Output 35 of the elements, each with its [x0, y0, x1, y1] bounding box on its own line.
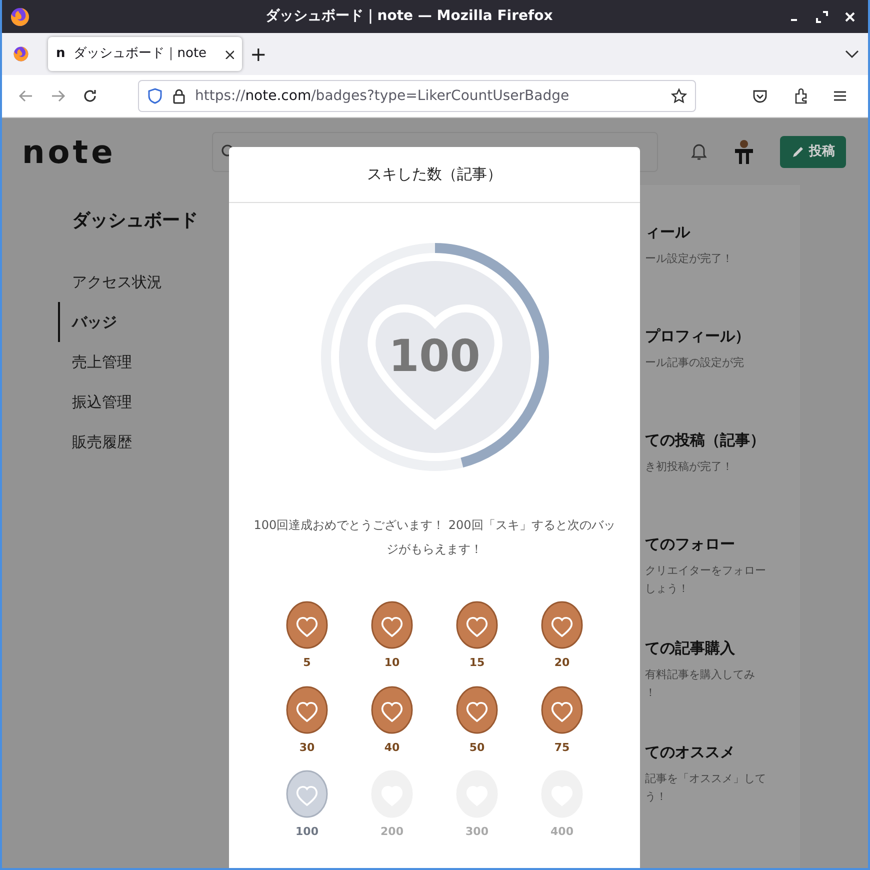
badge-message: 100回達成おめでとうございます！ 200回「スキ」すると次のバッジがもらえます！ — [252, 517, 616, 558]
tab-favicon: n — [56, 45, 66, 64]
badge-description: う！ — [645, 788, 667, 804]
badge-title: ての投稿（記事） — [645, 430, 765, 451]
badge-title: てのオススメ — [645, 742, 735, 763]
badge-description: ！ — [645, 684, 656, 700]
badge-label: 15 — [469, 655, 485, 671]
badge-title: プロフィール） — [645, 326, 750, 347]
sidebar-title: ダッシュボード — [72, 209, 199, 233]
badge-label: 200 — [380, 824, 404, 840]
badge-label: 400 — [550, 824, 574, 840]
badge-label: 100 — [296, 824, 318, 840]
badge-label: 30 — [299, 740, 315, 756]
badge-description: 有料記事を購入してみ — [645, 666, 755, 682]
badge-description: ール記事の設定が完 — [645, 354, 744, 370]
badge-description: クリエイターをフォロー — [645, 562, 766, 578]
badge-label: 75 — [554, 740, 570, 756]
window-title: ダッシュボード｜note — Mozilla Firefox — [264, 7, 554, 26]
badge-count: 100 — [388, 330, 480, 384]
url-text: https://note.com/badges?type=LikerCountUserBadge — [195, 86, 570, 106]
badge-label: 40 — [384, 740, 400, 756]
badge-description: しょう！ — [645, 580, 689, 596]
badge-label: 5 — [303, 655, 311, 671]
modal-title: スキした数（記事） — [229, 147, 640, 203]
badge-title: ての記事購入 — [645, 638, 735, 659]
badge-label: 300 — [466, 824, 488, 840]
badge-label: 20 — [554, 655, 570, 671]
badge-title: てのフォロー — [645, 534, 735, 555]
badge-description: ール設定が完了！ — [645, 250, 733, 266]
badge-label: 10 — [384, 655, 400, 671]
badge-label: 50 — [469, 740, 485, 756]
badge-title: ィール — [645, 222, 690, 243]
badge-description: き初投稿が完了！ — [645, 458, 733, 474]
tab-title: ダッシュボード｜note — [73, 45, 208, 64]
badge-description: 記事を「オススメ」して — [645, 770, 766, 786]
